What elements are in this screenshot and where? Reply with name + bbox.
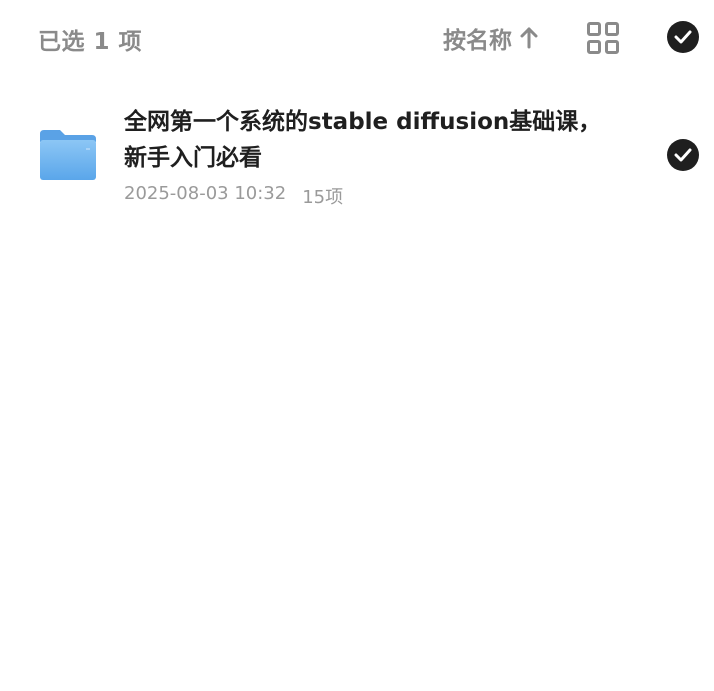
selected-count-label: 已选 1 项	[38, 29, 143, 55]
file-list-row[interactable]: 全网第一个系统的stable diffusion基础课，新手入门必看 2025-…	[0, 88, 714, 228]
grid-view-toggle[interactable]	[586, 21, 620, 55]
grid-view-icon	[587, 22, 619, 54]
sort-by-name-button[interactable]: 按名称	[443, 22, 540, 54]
sort-label: 按名称	[443, 28, 512, 54]
file-date: 2025-08-03 10:32	[124, 183, 287, 204]
file-selection-page: 已选 1 项 按名称 全网第一个系统的stable diffusion基础课，新…	[0, 0, 714, 691]
check-circle-icon	[674, 148, 692, 162]
folder-icon	[38, 128, 98, 182]
row-select-checkbox[interactable]	[667, 139, 699, 171]
file-meta: 2025-08-03 10:32 15项	[124, 183, 343, 209]
select-all-checkbox[interactable]	[667, 21, 699, 53]
arrow-up-icon	[518, 26, 540, 50]
file-item-count: 15项	[302, 187, 344, 208]
selection-header: 已选 1 项 按名称	[0, 0, 714, 78]
file-name: 全网第一个系统的stable diffusion基础课，新手入门必看	[124, 109, 602, 171]
check-circle-icon	[674, 30, 692, 44]
